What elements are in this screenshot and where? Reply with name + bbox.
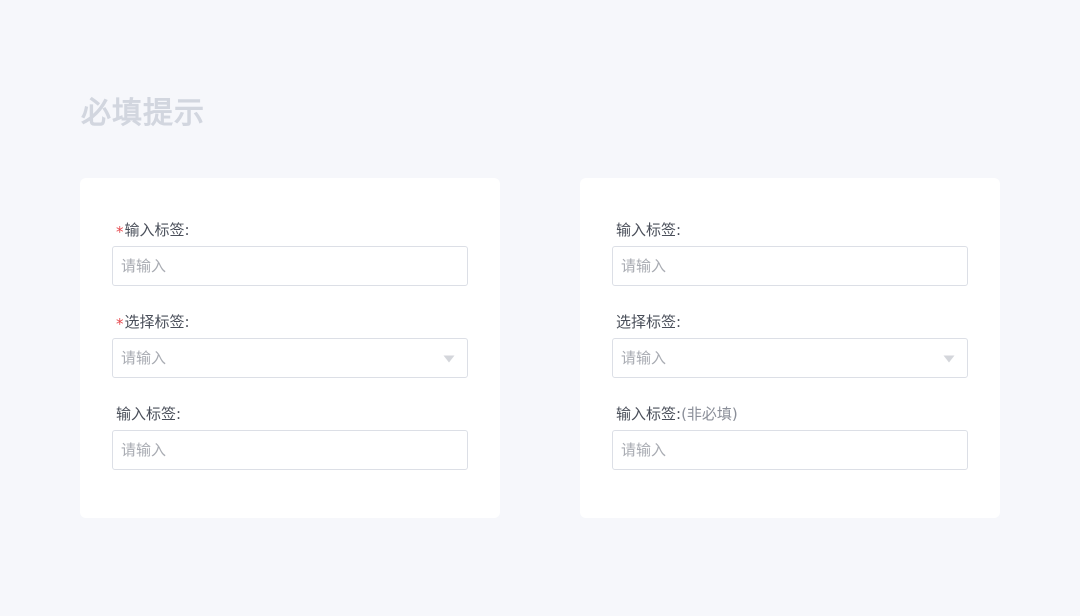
form-field-input: *输入标签: (112, 218, 468, 286)
text-input-wrapper (112, 430, 468, 470)
form-field-select: *选择标签: 请输入 (112, 310, 468, 378)
text-input-wrapper (612, 246, 968, 286)
field-label-text: 选择标签: (616, 313, 682, 331)
form-card-optional-mark: 输入标签: 选择标签: 请输入 输入标签:(非必填) (580, 178, 1000, 518)
form-card-required-mark: *输入标签: *选择标签: 请输入 输入标签: (80, 178, 500, 518)
text-input[interactable] (113, 431, 467, 469)
form-field-input: 输入标签:(非必填) (612, 402, 968, 470)
field-label-text: 输入标签: (124, 221, 190, 239)
text-input-wrapper (612, 430, 968, 470)
caret-down-icon (443, 355, 455, 363)
form-field-input: 输入标签: (112, 402, 468, 470)
form-field-select: 选择标签: 请输入 (612, 310, 968, 378)
select-placeholder: 请输入 (121, 349, 167, 367)
select-dropdown[interactable]: 请输入 (112, 338, 468, 378)
caret-down-icon (943, 355, 955, 363)
optional-hint: (非必填) (681, 405, 738, 423)
text-input[interactable] (613, 431, 967, 469)
field-label: *输入标签: (112, 218, 468, 242)
field-label-text: 输入标签: (116, 405, 182, 423)
field-label: 选择标签: (612, 310, 968, 334)
text-input[interactable] (113, 247, 467, 285)
text-input[interactable] (613, 247, 967, 285)
field-label: *选择标签: (112, 310, 468, 334)
field-label-text: 选择标签: (124, 313, 190, 331)
field-label: 输入标签: (112, 402, 468, 426)
text-input-wrapper (112, 246, 468, 286)
select-dropdown[interactable]: 请输入 (612, 338, 968, 378)
select-placeholder: 请输入 (621, 349, 667, 367)
required-asterisk: * (116, 223, 124, 241)
field-label: 输入标签: (612, 218, 968, 242)
page-title: 必填提示 (81, 96, 205, 131)
field-label-text: 输入标签: (616, 405, 682, 423)
field-label: 输入标签:(非必填) (612, 402, 968, 426)
field-label-text: 输入标签: (616, 221, 682, 239)
form-field-input: 输入标签: (612, 218, 968, 286)
required-asterisk: * (116, 315, 124, 333)
